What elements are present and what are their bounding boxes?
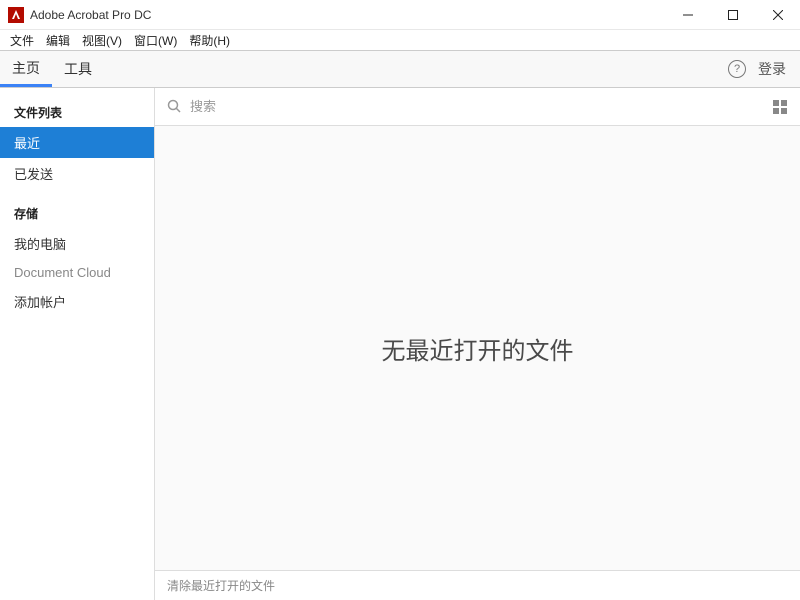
main-panel: 无最近打开的文件 清除最近打开的文件 (155, 88, 800, 600)
app-icon (8, 7, 24, 23)
tab-home[interactable]: 主页 (0, 51, 52, 87)
menu-window[interactable]: 窗口(W) (128, 32, 183, 49)
sidebar: 文件列表 最近 已发送 存储 我的电脑 Document Cloud 添加帐户 (0, 88, 155, 600)
view-tabs: 主页 工具 (0, 51, 104, 87)
title-bar: Adobe Acrobat Pro DC (0, 0, 800, 30)
window-controls (665, 0, 800, 29)
menu-help[interactable]: 帮助(H) (183, 32, 236, 49)
empty-state: 无最近打开的文件 (155, 126, 800, 570)
menu-file[interactable]: 文件 (4, 32, 40, 49)
menu-edit[interactable]: 编辑 (40, 32, 76, 49)
empty-message: 无最近打开的文件 (382, 331, 574, 366)
maximize-button[interactable] (710, 0, 755, 29)
app-title: Adobe Acrobat Pro DC (30, 8, 151, 22)
login-link[interactable]: 登录 (758, 59, 786, 79)
sidebar-section-storage: 存储 (0, 197, 154, 228)
menu-bar: 文件 编辑 视图(V) 窗口(W) 帮助(H) (0, 30, 800, 50)
sidebar-item-recent[interactable]: 最近 (0, 127, 154, 158)
minimize-button[interactable] (665, 0, 710, 29)
help-icon[interactable]: ? (728, 60, 746, 78)
menu-view[interactable]: 视图(V) (76, 32, 128, 49)
toolbar: 主页 工具 ? 登录 (0, 50, 800, 88)
search-bar (155, 88, 800, 126)
content-area: 文件列表 最近 已发送 存储 我的电脑 Document Cloud 添加帐户 … (0, 88, 800, 600)
tab-tools[interactable]: 工具 (52, 51, 104, 87)
sidebar-item-document-cloud[interactable]: Document Cloud (0, 259, 154, 286)
sidebar-item-sent[interactable]: 已发送 (0, 158, 154, 189)
close-button[interactable] (755, 0, 800, 29)
grid-view-icon[interactable] (772, 99, 788, 115)
search-icon (167, 99, 182, 114)
search-input[interactable] (190, 99, 772, 114)
sidebar-item-my-computer[interactable]: 我的电脑 (0, 228, 154, 259)
sidebar-item-add-account[interactable]: 添加帐户 (0, 286, 154, 317)
sidebar-section-files: 文件列表 (0, 96, 154, 127)
clear-recent-link[interactable]: 清除最近打开的文件 (167, 577, 275, 594)
footer-bar: 清除最近打开的文件 (155, 570, 800, 600)
